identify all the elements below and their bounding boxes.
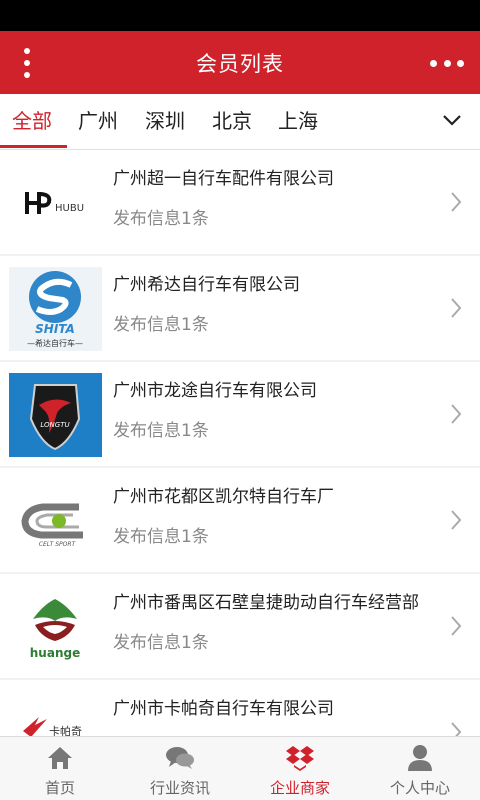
nav-label: 个人中心 [389,779,450,797]
list-item[interactable]: 卡帕奇 广州市卡帕奇自行车有限公司 [0,680,480,736]
svg-text:HUBU: HUBU [55,203,84,214]
active-tab-indicator [0,145,67,148]
list-item[interactable]: HUBU 广州超一自行车配件有限公司 发布信息1条 [0,150,480,254]
chevron-right-icon [451,298,462,318]
company-logo: CELT SPORT [9,479,102,563]
nav-home[interactable]: 首页 [0,737,120,800]
post-count: 发布信息1条 [113,315,209,335]
post-count: 发布信息1条 [113,421,209,441]
tab-beijing[interactable]: 北京 [212,94,252,150]
company-logo: SHITA —希达自行车— [9,267,102,351]
company-logo: LONGTU [9,373,102,457]
tab-guangzhou[interactable]: 广州 [78,94,118,150]
page-title: 会员列表 [196,51,284,76]
post-count: 发布信息1条 [113,527,209,547]
tab-shanghai[interactable]: 上海 [278,94,318,150]
list-item[interactable]: SHITA —希达自行车— 广州希达自行车有限公司 发布信息1条 [0,256,480,360]
chevron-right-icon [451,404,462,424]
company-name: 广州超一自行车配件有限公司 [113,169,334,189]
chevron-right-icon [451,722,462,736]
company-name: 广州希达自行车有限公司 [113,275,300,295]
status-bar [0,0,480,31]
chevron-right-icon [451,192,462,212]
company-name: 广州市龙途自行车有限公司 [113,381,317,401]
more-options-icon[interactable] [430,51,464,75]
svg-text:卡帕奇: 卡帕奇 [49,724,82,736]
company-name: 广州市花都区凯尔特自行车厂 [113,487,334,507]
company-name: 广州市卡帕奇自行车有限公司 [113,699,334,719]
svg-text:—希达自行车—: —希达自行车— [27,338,83,348]
bottom-nav: 首页 行业资讯 企业商家 个人中心 [0,736,480,800]
nav-news[interactable]: 行业资讯 [120,737,240,800]
company-logo: HUBU [9,161,102,245]
nav-label: 企业商家 [269,779,330,797]
list-item[interactable]: huange 广州市番禺区石壁皇捷助动自行车经营部 发布信息1条 [0,574,480,678]
menu-dots-icon[interactable] [14,43,40,83]
svg-text:LONGTU: LONGTU [40,421,69,429]
nav-profile[interactable]: 个人中心 [360,737,480,800]
company-logo: 卡帕奇 [9,691,102,736]
company-list: HUBU 广州超一自行车配件有限公司 发布信息1条 SHITA —希达自行车— … [0,150,480,736]
app-header: 会员列表 [0,31,480,94]
dropbox-icon [285,744,315,772]
person-icon [405,744,435,772]
list-item[interactable]: LONGTU 广州市龙途自行车有限公司 发布信息1条 [0,362,480,466]
post-count: 发布信息1条 [113,209,209,229]
nav-label: 首页 [44,779,75,797]
chevron-down-icon[interactable] [442,110,462,130]
post-count: 发布信息1条 [113,633,209,653]
nav-merchants[interactable]: 企业商家 [240,737,360,800]
svg-text:SHITA: SHITA [35,322,75,336]
svg-text:huange: huange [30,646,80,660]
tab-all[interactable]: 全部 [12,94,52,150]
chevron-right-icon [451,510,462,530]
home-icon [45,744,75,772]
chat-bubbles-icon [165,744,195,772]
tab-shenzhen[interactable]: 深圳 [145,94,185,150]
list-item[interactable]: CELT SPORT 广州市花都区凯尔特自行车厂 发布信息1条 [0,468,480,572]
city-tabs: 全部 广州 深圳 北京 上海 [0,94,480,150]
nav-label: 行业资讯 [149,779,210,797]
company-name: 广州市番禺区石壁皇捷助动自行车经营部 [113,593,419,613]
chevron-right-icon [451,616,462,636]
company-logo: huange [9,585,102,669]
svg-text:CELT SPORT: CELT SPORT [39,541,77,548]
